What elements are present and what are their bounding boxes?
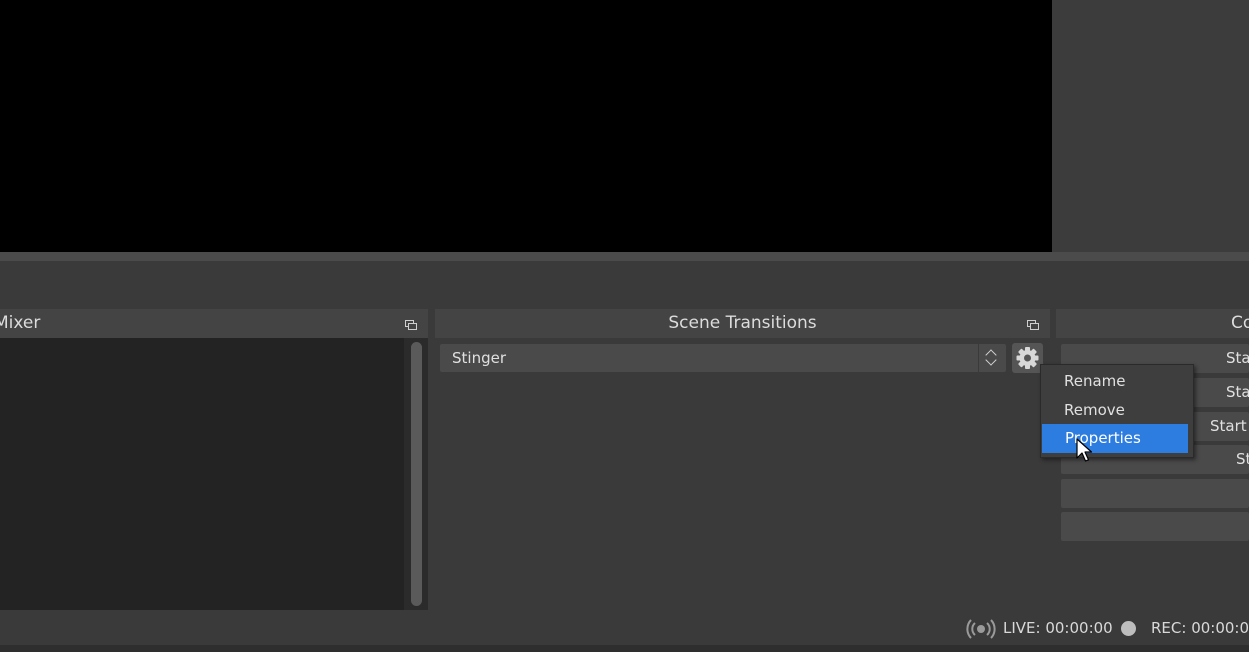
up-down-chevron-icon[interactable] (978, 344, 1006, 372)
controls-title-bar: Co (1056, 309, 1249, 338)
status-bar-bottom-edge (0, 645, 1249, 652)
preview-divider[interactable] (0, 252, 1249, 261)
settings-button[interactable] (1061, 479, 1249, 508)
menu-item-remove[interactable]: Remove (1041, 396, 1187, 425)
preview-side-area (1052, 0, 1249, 252)
menu-item-rename[interactable]: Rename (1041, 367, 1187, 396)
audio-mixer-title-bar: Mixer (0, 309, 428, 338)
transition-select-value: Stinger (452, 349, 506, 367)
rec-timer: REC: 00:00:00 (1151, 619, 1249, 637)
live-timer: LIVE: 00:00:00 (1003, 619, 1113, 637)
audio-mixer-list (0, 338, 404, 610)
mouse-cursor-icon (1076, 438, 1093, 462)
gear-icon (1016, 347, 1039, 369)
float-dock-icon[interactable] (405, 320, 417, 330)
transition-select[interactable]: Stinger (440, 344, 1006, 372)
dock-area-gap (0, 261, 1249, 308)
scene-transitions-title-bar: Scene Transitions (435, 309, 1050, 338)
controls-title: Co (1231, 313, 1249, 333)
float-dock-icon[interactable] (1027, 320, 1039, 330)
broadcast-icon (966, 619, 996, 639)
record-dot-icon (1121, 621, 1136, 636)
scrollbar-thumb[interactable] (411, 342, 422, 606)
transition-context-menu: Rename Remove Properties (1040, 364, 1194, 458)
program-preview (0, 0, 1052, 252)
audio-mixer-scrollbar[interactable] (409, 342, 424, 606)
scene-transitions-panel (435, 338, 1050, 610)
scene-transitions-title: Scene Transitions (668, 313, 817, 333)
audio-mixer-title: Mixer (0, 313, 41, 333)
menu-item-properties[interactable]: Properties (1042, 424, 1188, 453)
exit-button[interactable] (1061, 512, 1249, 541)
transition-properties-button[interactable] (1012, 343, 1043, 373)
